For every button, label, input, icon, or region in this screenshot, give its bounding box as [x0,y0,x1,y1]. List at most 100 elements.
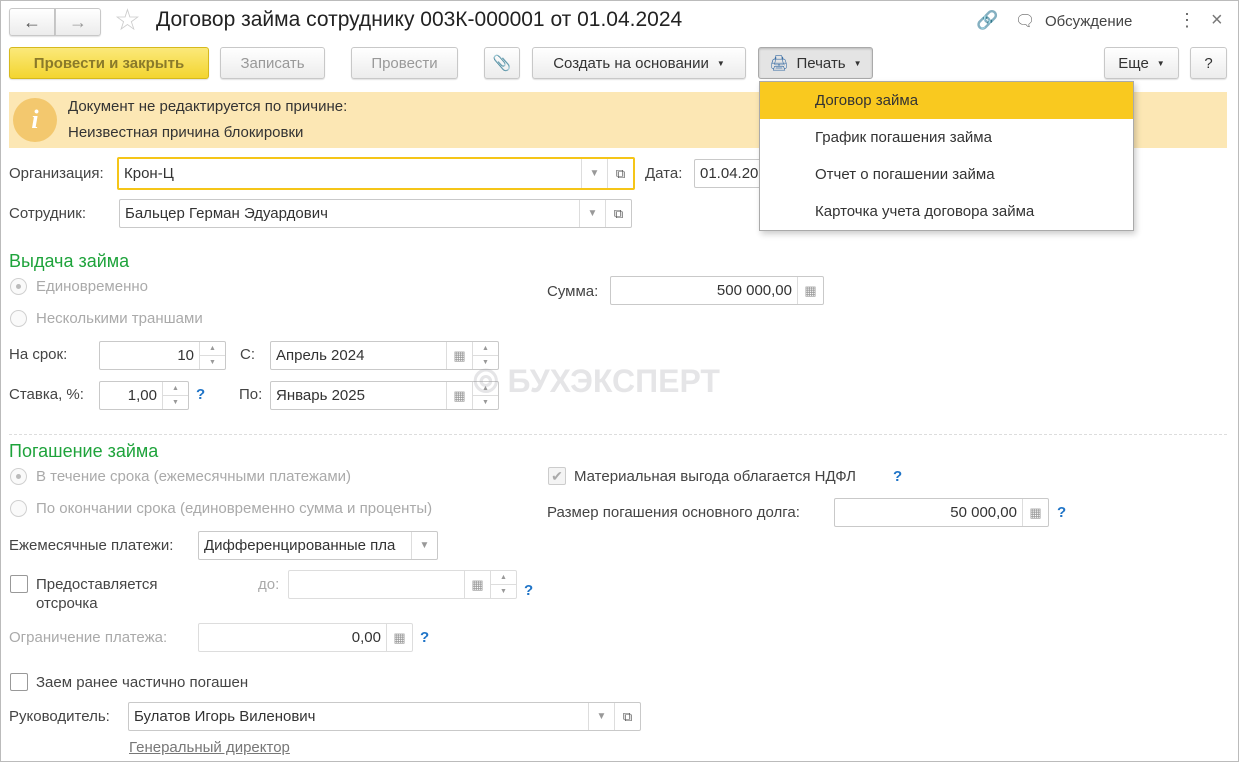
org-field[interactable]: Крон-Ц ▼ ⧉ [117,157,635,190]
to-field[interactable]: Январь 2025 ▦ ▲ ▼ [270,381,499,410]
employee-field[interactable]: Бальцер Герман Эдуардович ▼ ⧉ [119,199,632,228]
partial-checkbox[interactable] [10,673,28,691]
benefit-help-icon[interactable]: ? [893,468,902,485]
principal-help-icon[interactable]: ? [1057,504,1066,521]
menu-item-repayment-report[interactable]: Отчет о погашении займа [760,156,1133,193]
discussion-icon[interactable]: 🗨 [1015,11,1035,31]
deferral-help-icon[interactable]: ? [524,582,533,599]
employee-label: Сотрудник: [9,205,87,222]
radio-repay-end[interactable] [10,500,27,517]
watermark-text: БУХЭКСПЕРТ [507,363,720,399]
term-value: 10 [177,347,194,364]
date-label: Дата: [645,165,683,182]
limit-help-icon[interactable]: ? [420,629,429,646]
dropdown-arrow-icon: ▼ [853,58,862,68]
page-title: Договор займа сотруднику 003К-000001 от … [156,8,683,31]
rate-spinner[interactable]: ▲ ▼ [162,382,188,409]
limit-label: Ограничение платежа: [9,629,168,646]
paperclip-icon: 📎 [492,55,512,72]
deferral-checkbox[interactable] [10,575,28,593]
rate-label: Ставка, %: [9,386,84,403]
radio-issue-tranches[interactable] [10,310,27,327]
radio-issue-once[interactable] [10,278,27,295]
principal-field[interactable]: 50 000,00 ▦ [834,498,1049,527]
arrow-left-icon: ← [23,11,41,32]
kebab-menu-icon[interactable]: ⋮ [1178,10,1196,31]
dropdown-arrow-icon: ▼ [716,58,725,68]
term-spinner[interactable]: ▲ ▼ [199,342,225,369]
dropdown-arrow-icon[interactable]: ▼ [588,703,614,730]
calendar-icon[interactable]: ▦ [446,382,472,409]
issue-once-label: Единовременно [36,278,148,295]
menu-item-loan-agreement[interactable]: Договор займа [760,82,1133,119]
write-button[interactable]: Записать [220,47,325,79]
from-label: С: [240,346,255,363]
until-spinner[interactable]: ▲ ▼ [490,571,516,598]
attach-button[interactable]: 📎 [484,47,520,79]
monthly-label: Ежемесячные платежи: [9,537,174,554]
close-icon[interactable]: × [1211,9,1223,32]
forward-button[interactable]: → [55,8,101,36]
link-icon[interactable]: 🔗 [976,10,998,31]
printer-icon: 🖨 [769,55,789,72]
limit-field[interactable]: 0,00 ▦ [198,623,413,652]
from-field[interactable]: Апрель 2024 ▦ ▲ ▼ [270,341,499,370]
from-value: Апрель 2024 [276,347,365,364]
star-icon[interactable]: ☆ [114,3,141,38]
head-value: Булатов Игорь Виленович [134,708,316,725]
calculator-icon[interactable]: ▦ [1022,499,1048,526]
calendar-icon[interactable]: ▦ [464,571,490,598]
term-field[interactable]: 10 ▲ ▼ [99,341,226,370]
principal-value: 50 000,00 [950,504,1017,521]
dropdown-arrow-icon[interactable]: ▼ [579,200,605,227]
open-icon[interactable]: ⧉ [605,200,631,227]
org-label: Организация: [9,165,104,182]
monthly-value: Дифференцированные пла [204,537,396,554]
calculator-icon[interactable]: ▦ [386,624,412,651]
back-button[interactable]: ← [9,8,55,36]
to-label: По: [239,386,263,403]
watermark-logo-icon: ⦾ [473,363,499,399]
head-position-link[interactable]: Генеральный директор [129,739,290,756]
discussion-link[interactable]: Обсуждение [1045,13,1132,30]
head-label: Руководитель: [9,708,110,725]
rate-help-icon[interactable]: ? [196,386,205,403]
limit-value: 0,00 [351,629,381,646]
head-field[interactable]: Булатов Игорь Виленович ▼ ⧉ [128,702,641,731]
menu-item-repayment-schedule[interactable]: График погашения займа [760,119,1133,156]
info-icon: i [13,98,57,142]
sum-value: 500 000,00 [716,282,792,299]
dropdown-arrow-icon[interactable]: ▼ [411,532,437,559]
help-button[interactable]: ? [1190,47,1227,79]
post-and-close-button[interactable]: Провести и закрыть [9,47,209,79]
create-based-on-button[interactable]: Создать на основании ▼ [532,47,746,79]
repay-monthly-label: В течение срока (ежемесячными платежами) [36,468,352,485]
post-button[interactable]: Провести [351,47,458,79]
repay-end-label: По окончании срока (единовременно сумма … [36,500,433,517]
menu-item-loan-card[interactable]: Карточка учета договора займа [760,193,1133,230]
section-divider [9,434,1227,435]
deferral-label: Предоставляется отсрочка [36,576,158,612]
issue-heading: Выдача займа [9,251,130,271]
dropdown-arrow-icon[interactable]: ▼ [581,159,607,188]
monthly-field[interactable]: Дифференцированные пла ▼ [198,531,438,560]
watermark: ⦾ БУХЭКСПЕРТ [473,363,720,401]
open-icon[interactable]: ⧉ [607,159,633,188]
sum-field[interactable]: 500 000,00 ▦ [610,276,824,305]
issue-tranches-label: Несколькими траншами [36,310,203,327]
radio-repay-monthly[interactable] [10,468,27,485]
more-button[interactable]: Еще ▼ [1104,47,1179,79]
benefit-label: Материальная выгода облагается НДФЛ [574,468,857,485]
calendar-icon[interactable]: ▦ [446,342,472,369]
open-icon[interactable]: ⧉ [614,703,640,730]
benefit-checkbox[interactable]: ✔ [548,467,566,485]
more-label: Еще [1118,54,1149,72]
term-label: На срок: [9,346,68,363]
print-menu: Договор займа График погашения займа Отч… [759,81,1134,231]
create-based-label: Создать на основании [553,54,709,72]
print-button[interactable]: 🖨 Печать ▼ [758,47,873,79]
rate-field[interactable]: 1,00 ▲ ▼ [99,381,189,410]
until-field[interactable]: ▦ ▲ ▼ [288,570,517,599]
calculator-icon[interactable]: ▦ [797,277,823,304]
principal-label: Размер погашения основного долга: [547,504,800,521]
